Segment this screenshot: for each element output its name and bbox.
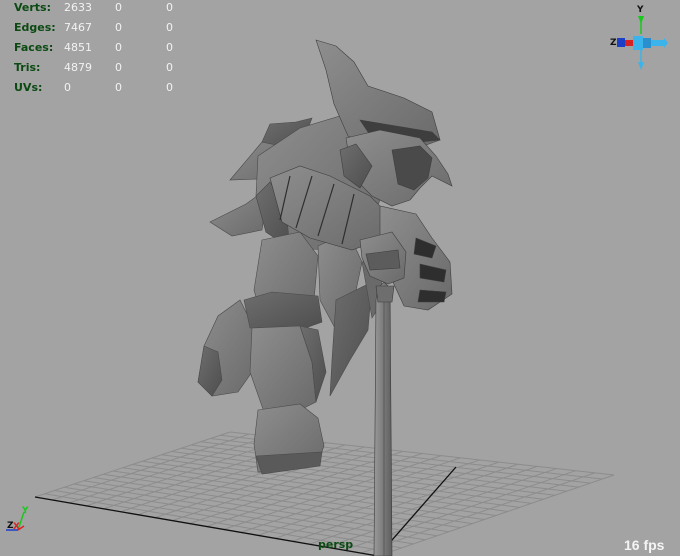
hud-value: 0 [166, 81, 173, 94]
axis-triad-icon: Y Z X [6, 506, 29, 532]
hud-value: 0 [64, 81, 71, 94]
poly-count-hud: Verts: 2633 0 0 Edges: 7467 0 0 Faces: 4851 0 0 Tris… [14, 1, 217, 101]
hud-label: UVs: [14, 81, 43, 94]
hud-label: Tris: [14, 61, 41, 74]
hud-value: 0 [115, 21, 122, 34]
view-cube-icon[interactable]: Y Z [606, 0, 680, 74]
hud-value: 4851 [64, 41, 92, 54]
hud-row: Edges: 7467 0 0 [14, 21, 217, 41]
hud-value: 4879 [64, 61, 92, 74]
view-cube-y-label: Y [636, 5, 644, 15]
hud-value: 0 [166, 41, 173, 54]
hud-row: Tris: 4879 0 0 [14, 61, 217, 81]
hud-label: Edges: [14, 21, 56, 34]
axis-triad-x-label: X [13, 522, 20, 532]
hud-value: 0 [115, 1, 122, 14]
view-cube-z-label: Z [610, 38, 617, 48]
axis-triad-y-label: Y [21, 506, 29, 516]
hud-label: Verts: [14, 1, 52, 14]
viewport-persp[interactable]: Verts: 2633 0 0 Edges: 7467 0 0 Faces: 4851 0 0 Tris… [0, 0, 680, 556]
camera-label: persp [318, 538, 354, 551]
hud-row: Verts: 2633 0 0 [14, 1, 217, 21]
model-front-leg [243, 231, 327, 475]
hud-value: 2633 [64, 1, 92, 14]
hud-value: 0 [115, 61, 122, 74]
hud-value: 0 [115, 81, 122, 94]
hud-label: Faces: [14, 41, 54, 54]
hud-value: 0 [115, 41, 122, 54]
model-sword [373, 281, 395, 556]
hud-value: 7467 [64, 21, 92, 34]
hud-row: UVs: 0 0 0 [14, 81, 217, 101]
hud-value: 0 [166, 21, 173, 34]
hud-value: 0 [166, 1, 173, 14]
hud-row: Faces: 4851 0 0 [14, 41, 217, 61]
fps-counter: 16 fps [624, 537, 665, 553]
hud-value: 0 [166, 61, 173, 74]
